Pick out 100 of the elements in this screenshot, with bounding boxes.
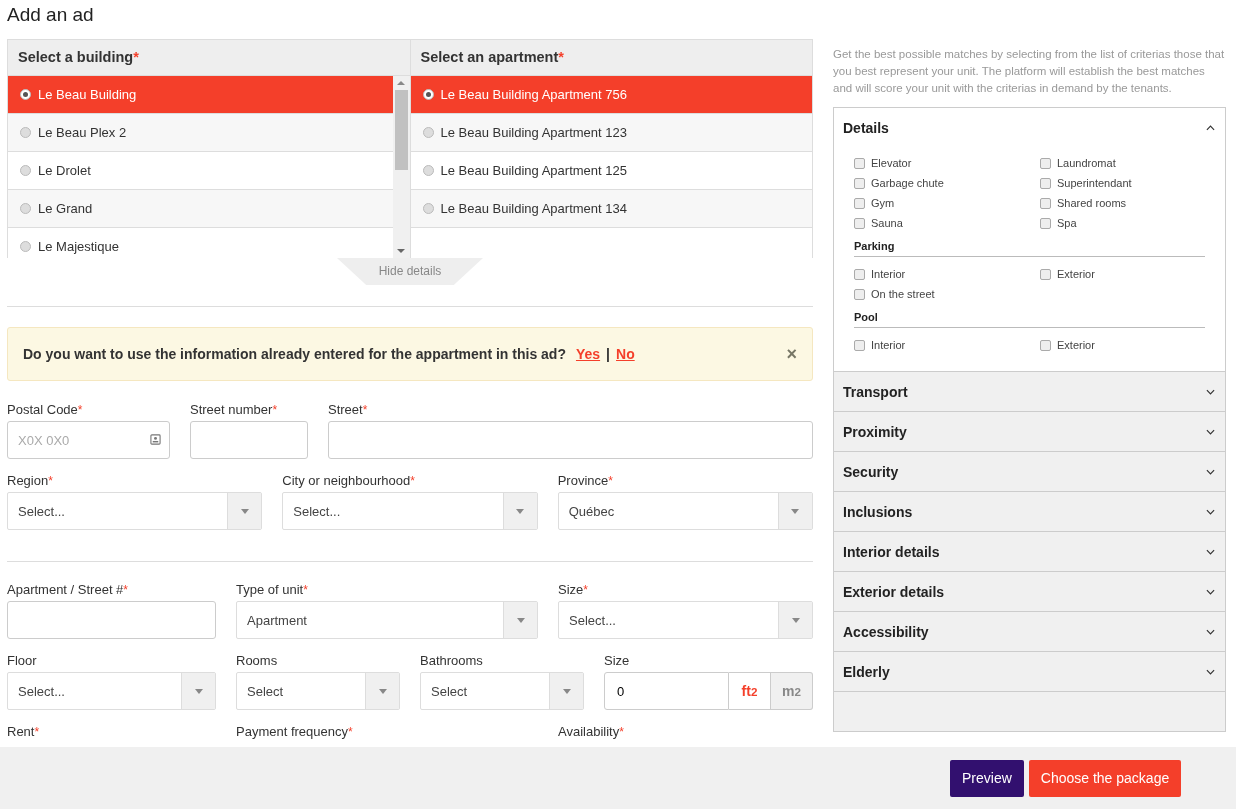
checkbox[interactable] — [854, 288, 865, 300]
page-title: Add an ad — [7, 4, 95, 26]
radio-icon — [422, 165, 434, 176]
chevron-down-icon — [1206, 548, 1215, 555]
list-item[interactable]: Le Beau Building Apartment 134 — [410, 190, 812, 228]
dropdown[interactable]: Select — [236, 672, 400, 710]
alert-text: Do you want to use the information already entered for the appartment in this ad? — [23, 346, 566, 362]
checkbox[interactable] — [854, 177, 865, 189]
checkbox[interactable] — [854, 157, 865, 169]
chevron-down-icon — [1206, 428, 1215, 435]
checkbox-option[interactable]: Laundromat — [1040, 155, 1205, 171]
checkbox-option[interactable]: On the street — [854, 286, 1040, 302]
section-header[interactable]: Exterior details — [834, 572, 1225, 611]
group-title: Pool — [854, 311, 1205, 328]
field-label: Size — [604, 653, 631, 670]
caret-icon — [791, 508, 800, 514]
chevron-down-icon — [1206, 468, 1215, 475]
list-item[interactable]: Le Beau Building Apartment 123 — [410, 114, 812, 152]
checkbox[interactable] — [854, 217, 865, 229]
no-link[interactable]: No — [616, 346, 635, 362]
chevron-down-icon — [1206, 388, 1215, 395]
field-label: Street number* — [190, 402, 279, 419]
field-label: City or neighbourhood* — [282, 473, 416, 490]
section-header[interactable]: Transport — [834, 372, 1225, 411]
checkbox[interactable] — [854, 339, 865, 351]
caret-icon — [562, 688, 571, 694]
field-label: Rent* — [7, 724, 41, 741]
radio-icon — [422, 127, 434, 138]
choose-package-button[interactable]: Choose the package — [1028, 759, 1182, 797]
dropdown[interactable]: Apartment — [236, 601, 538, 639]
field-label: Region* — [7, 473, 54, 490]
radio-icon — [422, 203, 434, 214]
list-item[interactable]: Le Beau Building — [8, 76, 393, 114]
field-label: Apartment / Street #* — [7, 582, 129, 599]
dropdown[interactable]: Select... — [282, 492, 538, 530]
section-header[interactable]: Inclusions — [834, 492, 1225, 531]
field-label: Size* — [558, 582, 589, 599]
checkbox-option[interactable]: Elevator — [854, 155, 1040, 171]
checkbox-option[interactable]: Exterior — [1040, 337, 1205, 353]
checkbox-option[interactable]: Spa — [1040, 215, 1205, 231]
checkbox[interactable] — [1040, 339, 1051, 351]
preview-button[interactable]: Preview — [950, 759, 1024, 797]
checkbox[interactable] — [1040, 157, 1051, 169]
radio-icon — [20, 165, 31, 176]
checkbox[interactable] — [1040, 217, 1051, 229]
yes-link[interactable]: Yes — [575, 346, 601, 362]
input-field[interactable] — [190, 421, 308, 459]
input-field[interactable]: X0X 0X0 — [7, 421, 170, 459]
chevron-down-icon — [1206, 668, 1215, 675]
caret-icon — [240, 508, 249, 514]
section-header[interactable]: Accessibility — [834, 612, 1225, 651]
checkbox-option[interactable]: Shared rooms — [1040, 195, 1205, 211]
caret-icon — [516, 508, 525, 514]
section-header[interactable]: Security — [834, 452, 1225, 491]
radio-icon — [20, 89, 31, 100]
caret-icon — [194, 688, 203, 694]
criteria-intro: Get the best possible matches by selecting from the list of criterias those that you best represent your unit. The platform will establish the best matches and will score your unit with the criterias in demand by the tenants. — [833, 47, 1226, 96]
caret-icon — [516, 617, 525, 623]
dropdown[interactable]: Select... — [7, 672, 216, 710]
section-header[interactable]: Elderly — [834, 652, 1225, 691]
input-field[interactable] — [7, 601, 216, 639]
input-field[interactable] — [328, 421, 813, 459]
checkbox-option[interactable]: Exterior — [1040, 266, 1205, 282]
checkbox-option[interactable]: Superintendant — [1040, 175, 1205, 191]
radio-icon — [20, 127, 31, 138]
dropdown[interactable]: Select... — [558, 601, 813, 639]
section-header[interactable]: Proximity — [834, 412, 1225, 451]
section-header[interactable]: Details — [834, 108, 1225, 147]
field-label: Payment frequency* — [236, 724, 354, 741]
dropdown[interactable]: Québec — [557, 492, 813, 530]
chevron-down-icon — [1206, 628, 1215, 635]
checkbox-option[interactable]: Interior — [854, 266, 1040, 282]
field-label: Province* — [557, 473, 614, 490]
list-item[interactable]: Le Beau Building Apartment 756 — [410, 76, 812, 114]
radio-icon — [20, 203, 31, 214]
dropdown[interactable]: Select — [420, 672, 584, 710]
field-label: Street* — [328, 402, 369, 419]
checkbox[interactable] — [854, 268, 865, 280]
checkbox[interactable] — [1040, 177, 1051, 189]
chevron-up-icon — [1206, 124, 1215, 131]
chevron-down-icon — [1206, 508, 1215, 515]
dropdown[interactable]: Select... — [7, 492, 263, 530]
close-button[interactable]: × — [786, 343, 797, 365]
checkbox-option[interactable]: Garbage chute — [854, 175, 1040, 191]
field-label: Rooms — [236, 653, 279, 670]
field-label: Bathrooms — [420, 653, 484, 670]
checkbox-option[interactable]: Sauna — [854, 215, 1040, 231]
list-item[interactable]: Le Beau Plex 2 — [8, 114, 393, 152]
checkbox[interactable] — [854, 197, 865, 209]
list-item[interactable]: Le Grand — [8, 190, 393, 228]
field-label: Availability* — [558, 724, 625, 741]
checkbox[interactable] — [1040, 197, 1051, 209]
accordion-panel[interactable] — [834, 692, 1225, 732]
field-label: Type of unit* — [236, 582, 309, 599]
checkbox[interactable] — [1040, 268, 1051, 280]
input-field[interactable]: 0 — [604, 672, 729, 710]
checkbox-option[interactable]: Interior — [854, 337, 1040, 353]
group-title: Parking — [854, 240, 1205, 257]
checkbox-option[interactable]: Gym — [854, 195, 1040, 211]
section-header[interactable]: Interior details — [834, 532, 1225, 571]
